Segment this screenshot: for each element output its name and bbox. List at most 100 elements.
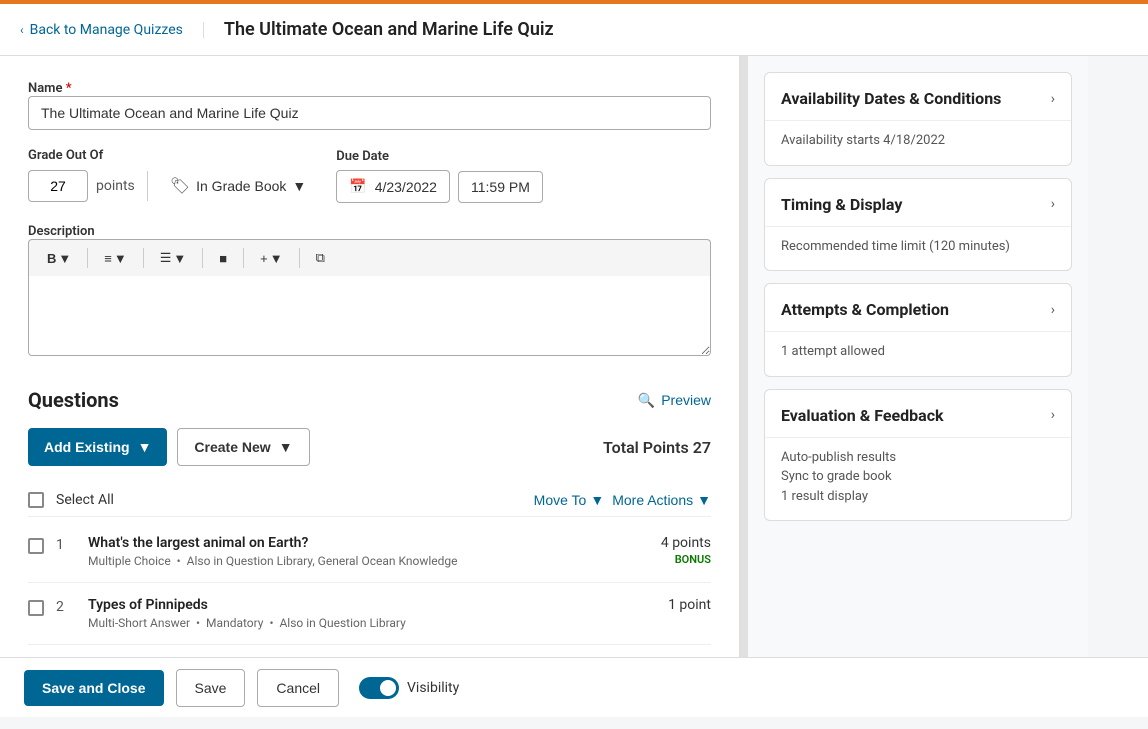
more-actions-chevron: ▼ — [697, 492, 711, 508]
save-and-close-label: Save and Close — [42, 680, 146, 696]
evaluation-card-body: Auto-publish resultsSync to grade book1 … — [765, 437, 1071, 521]
total-points: Total Points 27 — [603, 438, 711, 457]
timing-card-body: Recommended time limit (120 minutes) — [765, 226, 1071, 271]
attempts-body-text: 1 attempt allowed — [781, 342, 1055, 362]
attempts-card-header[interactable]: Attempts & Completion › — [765, 284, 1071, 331]
evaluation-card-title: Evaluation & Feedback — [781, 406, 944, 425]
availability-expand-icon: › — [1051, 91, 1055, 107]
more-actions-button[interactable]: More Actions ▼ — [612, 492, 711, 508]
list-chevron: ▼ — [173, 251, 186, 266]
bold-chevron: ▼ — [58, 251, 71, 266]
description-textarea[interactable] — [28, 276, 711, 356]
insert-button[interactable]: + ▼ — [252, 247, 290, 270]
question-1-meta: Multiple Choice • Also in Question Libra… — [88, 554, 649, 568]
move-to-button[interactable]: Move To ▼ — [534, 492, 605, 508]
question-2-number: 2 — [56, 597, 76, 615]
plus-icon: + — [260, 251, 268, 266]
timing-card: Timing & Display › Recommended time limi… — [764, 178, 1072, 272]
align-button[interactable]: ≡ ▼ — [96, 247, 134, 270]
due-time-value: 11:59 PM — [471, 179, 530, 195]
list-button[interactable]: ☰ ▼ — [152, 246, 195, 270]
evaluation-card: Evaluation & Feedback › Auto-publish res… — [764, 389, 1072, 522]
toolbar-separator-2 — [143, 248, 144, 268]
main-layout: Name * Grade Out Of points 🏷 In Grade Bo… — [0, 56, 1148, 669]
visibility-toggle-group: Visibility — [359, 677, 459, 699]
grade-inputs: points 🏷 In Grade Book ▼ — [28, 169, 316, 203]
name-field-group: Name * — [28, 80, 711, 130]
due-inputs: 📅 4/23/2022 11:59 PM — [336, 170, 543, 203]
create-new-label: Create New — [194, 439, 270, 455]
questions-section: Questions 🔍 Preview Add Existing ▼ Creat… — [28, 388, 711, 645]
add-existing-chevron: ▼ — [138, 439, 152, 455]
toolbar-separator-4 — [243, 248, 244, 268]
questions-header: Questions 🔍 Preview — [28, 388, 711, 412]
grade-due-row: Grade Out Of points 🏷 In Grade Book ▼ Du… — [28, 148, 711, 203]
questions-title: Questions — [28, 388, 119, 412]
grade-number-input[interactable] — [28, 170, 88, 202]
question-1-number: 1 — [56, 535, 76, 553]
chevron-left-icon: ‹ — [20, 23, 24, 37]
evaluation-card-header[interactable]: Evaluation & Feedback › — [765, 390, 1071, 437]
availability-body-text: Availability starts 4/18/2022 — [781, 131, 1055, 151]
questions-actions: Add Existing ▼ Create New ▼ Total Points… — [28, 428, 711, 466]
grid-icon: ■ — [219, 251, 227, 266]
move-to-chevron: ▼ — [590, 492, 604, 508]
create-new-button[interactable]: Create New ▼ — [177, 428, 309, 466]
name-input[interactable] — [28, 96, 711, 130]
evaluation-expand-icon: › — [1051, 407, 1055, 423]
timing-card-header[interactable]: Timing & Display › — [765, 179, 1071, 226]
attempts-card: Attempts & Completion › 1 attempt allowe… — [764, 283, 1072, 377]
more-actions-label: More Actions — [612, 492, 693, 508]
toolbar-separator-1 — [87, 248, 88, 268]
preview-icon: 🔍 — [638, 392, 655, 409]
in-grade-book-button[interactable]: 🏷 In Grade Book ▼ — [160, 169, 316, 203]
attempts-card-body: 1 attempt allowed — [765, 331, 1071, 376]
fullscreen-button[interactable]: ⧉ — [308, 246, 333, 270]
due-time-button[interactable]: 11:59 PM — [458, 171, 543, 203]
select-all-label: Select All — [56, 492, 522, 508]
left-panel: Name * Grade Out Of points 🏷 In Grade Bo… — [0, 56, 740, 669]
select-all-checkbox[interactable] — [28, 492, 44, 508]
question-1-checkbox[interactable] — [28, 538, 44, 554]
question-2-points: 1 point — [668, 597, 711, 613]
grade-section: Grade Out Of points 🏷 In Grade Book ▼ — [28, 148, 316, 203]
question-2-points-value: 1 point — [668, 597, 711, 613]
add-existing-label: Add Existing — [44, 439, 130, 455]
save-and-close-button[interactable]: Save and Close — [24, 670, 164, 706]
name-label: Name * — [28, 81, 72, 96]
question-2-content: Types of Pinnipeds Multi-Short Answer • … — [88, 597, 656, 630]
divider — [147, 171, 148, 201]
grade-label: Grade Out Of — [28, 148, 316, 163]
description-section: Description B ▼ ≡ ▼ ☰ ▼ ■ — [28, 223, 711, 360]
list-icon: ☰ — [160, 250, 172, 266]
preview-button[interactable]: 🔍 Preview — [638, 392, 711, 409]
timing-body-text: Recommended time limit (120 minutes) — [781, 237, 1055, 257]
timing-card-title: Timing & Display — [781, 195, 902, 214]
question-1-text: What's the largest animal on Earth? — [88, 535, 649, 551]
points-label: points — [96, 178, 135, 194]
availability-card-header[interactable]: Availability Dates & Conditions › — [765, 73, 1071, 120]
question-item: 1 What's the largest animal on Earth? Mu… — [28, 521, 711, 583]
grid-button[interactable]: ■ — [211, 247, 235, 270]
toggle-thumb — [380, 680, 396, 696]
required-indicator: * — [66, 81, 72, 96]
select-all-row: Select All Move To ▼ More Actions ▼ — [28, 484, 711, 517]
bold-icon: B — [47, 251, 56, 266]
visibility-label: Visibility — [407, 680, 459, 696]
bulk-actions: Move To ▼ More Actions ▼ — [534, 492, 711, 508]
bold-button[interactable]: B ▼ — [39, 247, 79, 270]
panel-divider — [740, 56, 748, 669]
attempts-card-title: Attempts & Completion — [781, 300, 949, 319]
question-2-checkbox[interactable] — [28, 600, 44, 616]
save-button[interactable]: Save — [176, 669, 246, 707]
expand-icon: ⧉ — [316, 250, 325, 266]
question-1-points-value: 4 points — [661, 535, 711, 551]
add-existing-button[interactable]: Add Existing ▼ — [28, 428, 167, 466]
bookmark-icon: 🏷 — [170, 176, 190, 196]
visibility-toggle-switch[interactable] — [359, 677, 399, 699]
back-to-manage-quizzes-link[interactable]: ‹ Back to Manage Quizzes — [20, 22, 204, 38]
toolbar-separator-3 — [202, 248, 203, 268]
cancel-button[interactable]: Cancel — [257, 669, 339, 707]
due-date-button[interactable]: 📅 4/23/2022 — [336, 170, 450, 203]
question-1-points: 4 points BONUS — [661, 535, 711, 566]
